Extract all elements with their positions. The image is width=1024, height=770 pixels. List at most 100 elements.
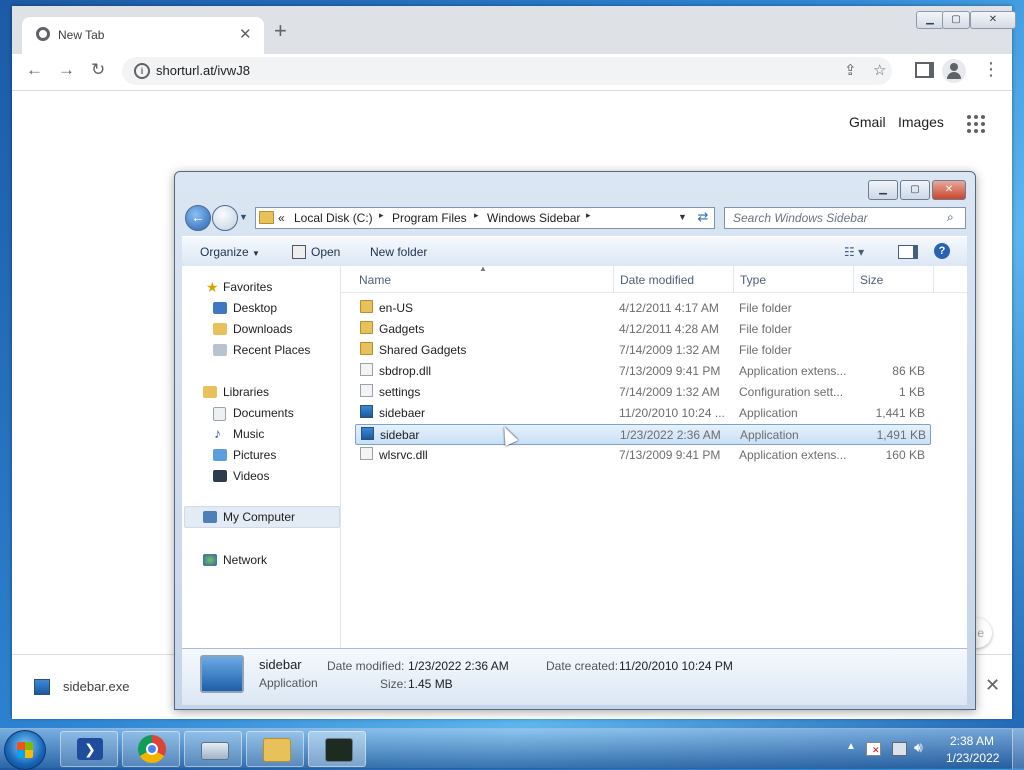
minimize-button[interactable]: ▁ [916, 11, 944, 29]
bookmark-star-icon[interactable]: ☆ [873, 61, 886, 79]
file-type: Configuration sett... [739, 385, 844, 399]
chrome-icon [36, 27, 50, 41]
menu-kebab-icon[interactable]: ⋮ [982, 59, 1000, 80]
refresh-icon[interactable]: ⇄ [693, 207, 713, 227]
breadcrumb-local-disk[interactable]: Local Disk (C:) [294, 211, 373, 225]
start-button[interactable] [4, 730, 46, 770]
column-name[interactable]: Name [359, 273, 391, 287]
file-name: Shared Gadgets [379, 343, 467, 357]
nav-recent-places[interactable]: Recent Places [233, 343, 310, 357]
recent-pages-chevron-icon[interactable]: ▼ [239, 212, 248, 222]
explorer-back-button[interactable]: ← [185, 205, 211, 231]
file-size: 1,441 KB [875, 406, 925, 420]
profile-avatar-icon[interactable] [942, 59, 966, 83]
nav-libraries[interactable]: Libraries [223, 385, 269, 399]
nav-downloads[interactable]: Downloads [233, 322, 292, 336]
explorer-body: ★ Favorites Desktop Downloads Recent Pla… [182, 264, 967, 648]
explorer-minimize-button[interactable]: ▁ [868, 180, 898, 200]
nav-videos[interactable]: Videos [233, 469, 269, 483]
taskbar: ❯ ▲ ✕ 🔊︎ 2:38 AM 1/23/2022 [0, 728, 1024, 770]
table-row[interactable]: en-US 4/12/2011 4:17 AM File folder [355, 298, 929, 317]
back-icon[interactable]: ← [26, 60, 43, 80]
taskbar-powershell[interactable]: ❯ [60, 731, 118, 767]
table-row[interactable]: settings 7/14/2009 1:32 AM Configuration s… [355, 382, 929, 401]
powershell-icon: ❯ [77, 738, 103, 760]
details-modified-label: Date modified: [327, 659, 405, 673]
explorer-forward-button[interactable] [212, 205, 238, 231]
side-panel-icon[interactable] [915, 62, 934, 78]
clock-date[interactable]: 1/23/2022 [946, 751, 999, 765]
preview-pane-icon[interactable] [898, 245, 918, 259]
application-large-icon [200, 655, 244, 693]
forward-icon[interactable]: → [58, 60, 75, 80]
breadcrumb-windows-sidebar[interactable]: Windows Sidebar [487, 211, 580, 225]
details-size-value: 1.45 MB [408, 677, 453, 691]
address-bar[interactable]: i shorturl.at/ivwJ8 ⇪ ☆ [122, 57, 892, 85]
nav-documents[interactable]: Documents [233, 406, 294, 420]
share-icon[interactable]: ⇪ [844, 61, 857, 79]
table-row[interactable]: Gadgets 4/12/2011 4:28 AM File folder [355, 319, 929, 338]
recent-places-icon [213, 344, 227, 356]
address-dropdown-icon[interactable]: ▼ [678, 212, 687, 222]
taskbar-explorer[interactable] [246, 731, 304, 767]
nav-my-computer-row[interactable]: My Computer [184, 506, 340, 528]
tab-new-tab[interactable]: New Tab ✕ [22, 17, 264, 54]
volume-icon[interactable]: 🔊︎ [914, 739, 923, 756]
explorer-maximize-button[interactable]: ▢ [900, 180, 930, 200]
nav-network[interactable]: Network [223, 553, 267, 567]
breadcrumb-arrow-icon[interactable]: ▸ [474, 210, 479, 221]
nav-desktop[interactable]: Desktop [233, 301, 277, 315]
search-icon[interactable]: ⌕ [947, 210, 954, 225]
file-list: ▲ Name Date modified Type Size en-US 4/12… [341, 264, 967, 648]
close-tab-icon[interactable]: ✕ [239, 25, 252, 43]
breadcrumb-arrow-icon[interactable]: ▸ [379, 210, 384, 221]
file-date: 4/12/2011 4:28 AM [619, 322, 719, 336]
taskbar-drive[interactable] [184, 731, 242, 767]
table-row[interactable]: sidebaer 11/20/2010 10:24 ... Application 1… [355, 403, 929, 422]
breadcrumb-overflow[interactable]: « [278, 211, 285, 225]
new-tab-button[interactable]: + [274, 20, 287, 42]
table-row[interactable]: Shared Gadgets 7/14/2009 1:32 AM File fold… [355, 340, 929, 359]
site-info-icon[interactable]: i [134, 63, 150, 79]
gmail-link[interactable]: Gmail [849, 114, 886, 130]
nav-favorites[interactable]: Favorites [223, 280, 272, 294]
nav-my-computer[interactable]: My Computer [223, 510, 295, 524]
explorer-search-input[interactable]: Search Windows Sidebar ⌕ [724, 207, 966, 229]
breadcrumb-program-files[interactable]: Program Files [392, 211, 467, 225]
table-row[interactable]: sbdrop.dll 7/13/2009 9:41 PM Application e… [355, 361, 929, 380]
maximize-button[interactable]: ▢ [942, 11, 970, 29]
network-tray-icon[interactable] [892, 742, 907, 756]
show-desktop-button[interactable] [1012, 729, 1024, 769]
taskbar-terminal[interactable] [308, 731, 366, 767]
taskbar-chrome[interactable] [122, 731, 180, 767]
file-type: File folder [739, 301, 792, 315]
column-date-modified[interactable]: Date modified [620, 273, 694, 287]
table-row[interactable]: sidebar 1/23/2022 2:36 AM Application 1,491… [355, 424, 931, 445]
open-button[interactable]: Open [311, 245, 340, 259]
file-name: sidebar [380, 428, 420, 442]
explorer-close-button[interactable]: ✕ [932, 180, 966, 200]
new-folder-button[interactable]: New folder [370, 245, 427, 259]
nav-pictures[interactable]: Pictures [233, 448, 276, 462]
close-shelf-icon[interactable]: ✕ [985, 675, 1000, 696]
column-size[interactable]: Size [860, 273, 883, 287]
view-options-icon[interactable]: ☷ ▾ [844, 245, 864, 259]
images-link[interactable]: Images [898, 114, 944, 130]
clock-time[interactable]: 2:38 AM [950, 734, 994, 748]
close-window-button[interactable]: ✕ [970, 11, 1016, 29]
nav-music[interactable]: Music [233, 427, 264, 441]
column-type[interactable]: Type [740, 273, 766, 287]
organize-button[interactable]: Organize ▼ [200, 245, 260, 259]
explorer-address-bar[interactable]: « Local Disk (C:) ▸ Program Files ▸ Wind… [255, 207, 715, 229]
google-apps-icon[interactable] [967, 115, 985, 133]
table-row[interactable]: wlsrvc.dll 7/13/2009 9:41 PM Application e… [355, 445, 929, 464]
star-icon: ★ [206, 279, 219, 295]
reload-icon[interactable]: ↻ [91, 60, 105, 80]
chrome-taskbar-icon [138, 735, 166, 763]
help-icon[interactable]: ? [934, 243, 950, 259]
show-hidden-icons[interactable]: ▲ [846, 741, 856, 752]
breadcrumb-arrow-icon[interactable]: ▸ [586, 210, 591, 221]
tab-strip: New Tab ✕ + ▁ ▢ ✕ [12, 6, 1016, 54]
network-icon [203, 554, 217, 566]
download-item[interactable]: sidebar.exe [63, 679, 130, 694]
